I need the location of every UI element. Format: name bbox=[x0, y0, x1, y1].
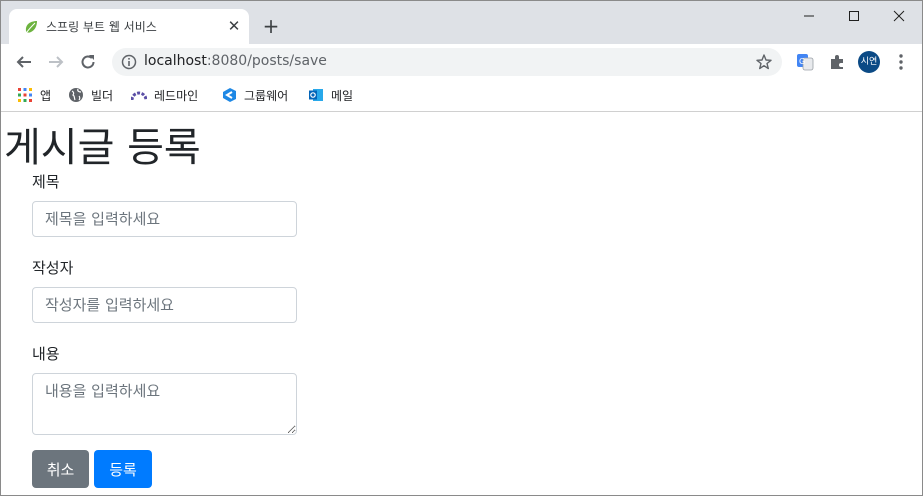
profile-avatar[interactable]: 시연 bbox=[858, 51, 880, 73]
url-host: localhost bbox=[144, 53, 207, 69]
bookmarks-bar: 앱 빌더 레드마인 그룹웨어 메일 bbox=[1, 80, 922, 112]
author-label: 작성자 bbox=[32, 259, 74, 277]
tab-strip: 스프링 부트 웹 서비스 ✕ + bbox=[1, 1, 922, 44]
outlook-icon bbox=[309, 89, 323, 101]
back-arrow-icon[interactable] bbox=[12, 50, 36, 74]
bookmark-star-icon[interactable] bbox=[755, 53, 773, 71]
spring-leaf-icon bbox=[25, 21, 37, 33]
bookmark-label: 메일 bbox=[331, 88, 354, 103]
cancel-button[interactable]: 취소 bbox=[32, 450, 89, 488]
bookmark-builder[interactable]: 빌더 bbox=[68, 86, 113, 104]
redmine-icon bbox=[131, 91, 147, 101]
page-content: 게시글 등록 제목 작성자 내용 취소 등록 bbox=[1, 112, 922, 495]
save-button[interactable]: 등록 bbox=[94, 450, 152, 488]
url-path: :8080/posts/save bbox=[206, 53, 327, 69]
google-translate-icon[interactable]: G bbox=[795, 52, 815, 72]
browser-window: 스프링 부트 웹 서비스 ✕ + localhost:8080/posts/sa… bbox=[0, 0, 923, 496]
svg-text:G: G bbox=[799, 57, 805, 66]
forward-arrow-icon[interactable] bbox=[44, 50, 68, 74]
tab-title: 스프링 부트 웹 서비스 bbox=[46, 20, 157, 34]
minimize-icon[interactable] bbox=[786, 1, 832, 31]
new-tab-icon[interactable]: + bbox=[260, 15, 282, 37]
apps-grid-icon bbox=[18, 88, 32, 102]
more-menu-icon[interactable] bbox=[891, 52, 911, 72]
bookmark-label: 그룹웨어 bbox=[244, 88, 289, 103]
page-title: 게시글 등록 bbox=[4, 125, 201, 171]
browser-tab[interactable]: 스프링 부트 웹 서비스 ✕ bbox=[9, 9, 249, 44]
info-icon[interactable] bbox=[121, 54, 137, 70]
bookmark-apps[interactable]: 앱 bbox=[17, 86, 51, 104]
content-label: 내용 bbox=[32, 345, 60, 363]
title-label: 제목 bbox=[32, 173, 60, 191]
reload-icon[interactable] bbox=[76, 50, 100, 74]
browser-toolbar: localhost:8080/posts/save G 시연 bbox=[1, 44, 922, 80]
bookmark-mail[interactable]: 메일 bbox=[308, 86, 353, 104]
bookmark-redmine[interactable]: 레드마인 bbox=[131, 86, 198, 104]
bookmark-label: 앱 bbox=[40, 88, 52, 103]
bookmark-label: 레드마인 bbox=[154, 88, 199, 103]
extensions-puzzle-icon[interactable] bbox=[827, 52, 847, 72]
bookmark-groupware[interactable]: 그룹웨어 bbox=[221, 86, 288, 104]
close-tab-icon[interactable]: ✕ bbox=[226, 18, 242, 34]
close-window-icon[interactable] bbox=[876, 1, 922, 31]
maximize-icon[interactable] bbox=[831, 1, 877, 31]
groupware-icon bbox=[223, 88, 236, 102]
title-input[interactable] bbox=[32, 201, 297, 237]
globe-icon bbox=[69, 88, 83, 102]
url-text: localhost:8080/posts/save bbox=[144, 53, 327, 69]
content-textarea[interactable] bbox=[32, 373, 297, 435]
bookmark-label: 빌더 bbox=[91, 88, 114, 103]
author-input[interactable] bbox=[32, 287, 297, 323]
address-bar[interactable]: localhost:8080/posts/save bbox=[112, 48, 782, 76]
